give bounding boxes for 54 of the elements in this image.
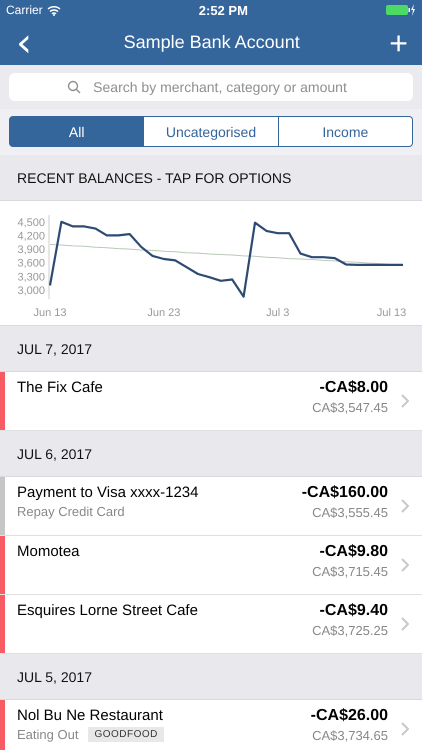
date-header: JUL 6, 2017	[0, 431, 422, 477]
amount: -CA$9.40	[320, 602, 388, 620]
category-label: Eating Out	[17, 727, 78, 742]
amount: -CA$26.00	[310, 707, 388, 725]
x-tick-label: Jun 23	[147, 307, 180, 319]
amount: -CA$9.80	[320, 543, 388, 561]
carrier-label: Carrier	[6, 3, 43, 17]
running-balance: CA$3,725.25	[312, 623, 388, 638]
y-tick-label: 3,300	[17, 271, 45, 284]
transaction-row[interactable]: Momotea -CA$9.80 CA$3,715.45	[0, 536, 422, 595]
add-button[interactable]: +	[385, 26, 412, 58]
amount: -CA$160.00	[302, 484, 388, 502]
x-tick-label: Jun 13	[33, 307, 67, 319]
segment-tab[interactable]: Income	[278, 116, 413, 147]
date-header: JUL 5, 2017	[0, 654, 422, 700]
search-icon	[67, 80, 81, 94]
merchant-name: The Fix Cafe	[17, 379, 104, 396]
merchant-name: Nol Bu Ne Restaurant	[17, 707, 164, 724]
merchant-name: Payment to Visa xxxx-1234	[17, 484, 200, 501]
date-header: JUL 7, 2017	[0, 326, 422, 372]
transaction-row[interactable]: The Fix Cafe -CA$8.00 CA$3,547.45	[0, 372, 422, 431]
running-balance: CA$3,734.65	[312, 728, 388, 743]
battery-icon	[386, 4, 416, 16]
transaction-row[interactable]: Esquires Lorne Street Cafe -CA$9.40 CA$3,725.25	[0, 595, 422, 654]
chevron-icon	[401, 394, 409, 408]
search-field[interactable]: Search by merchant, category or amount	[9, 73, 413, 101]
running-balance: CA$3,555.45	[312, 505, 388, 520]
y-tick-label: 3,900	[17, 244, 45, 256]
running-balance: CA$3,547.45	[312, 400, 388, 415]
x-tick-label: Jul 13	[376, 307, 406, 319]
y-tick-label: 3,600	[17, 258, 45, 270]
amount: -CA$8.00	[320, 379, 388, 397]
merchant-name: Momotea	[17, 543, 81, 560]
tag-label: GOODFOOD	[88, 727, 164, 742]
x-tick-label: Jul 3	[266, 307, 290, 319]
category-label: Repay Credit Card	[17, 504, 125, 519]
merchant-name: Esquires Lorne Street Cafe	[17, 602, 199, 619]
chevron-icon	[401, 499, 409, 513]
y-tick-label: 3,000	[17, 284, 45, 297]
wifi-icon	[46, 4, 61, 16]
chevron-icon	[401, 722, 409, 736]
segment-tab[interactable]: Uncategorised	[143, 116, 279, 147]
chevron-icon	[401, 558, 409, 572]
nav-title: Sample Bank Account	[124, 32, 300, 53]
running-balance: CA$3,715.45	[312, 564, 388, 579]
back-button[interactable]: ‹	[10, 22, 38, 62]
transaction-row[interactable]: Payment to Visa xxxx-1234 Repay Credit Card -CA$160.00 CA$3,555.45	[0, 477, 422, 536]
transaction-row[interactable]: Nol Bu Ne Restaurant Eating Out GOODFOOD -CA$26.00 CA$3,734.65	[0, 700, 422, 750]
status-time: 2:52 PM	[198, 2, 248, 18]
segment-tab[interactable]: All	[9, 116, 144, 147]
section-header[interactable]: RECENT BALANCES - TAP FOR OPTIONS	[0, 155, 422, 201]
y-tick-label: 4,200	[17, 230, 45, 242]
chevron-icon	[401, 617, 409, 631]
y-tick-label: 4,500	[17, 216, 45, 229]
